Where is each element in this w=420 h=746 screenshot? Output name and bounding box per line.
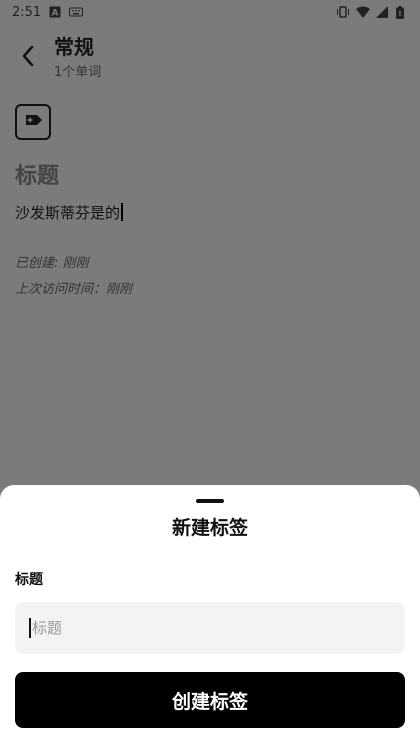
status-right: ! bbox=[336, 6, 408, 19]
svg-text:!: ! bbox=[398, 10, 401, 18]
tag-title-field[interactable] bbox=[15, 602, 405, 654]
back-button[interactable] bbox=[16, 45, 40, 71]
battery-icon: ! bbox=[396, 6, 408, 19]
keyboard-icon bbox=[69, 6, 84, 18]
app-header: 常规 1个单词 bbox=[0, 28, 420, 88]
signal-icon bbox=[376, 6, 388, 18]
sheet-title: 新建标签 bbox=[171, 517, 248, 539]
header-titles: 常规 1个单词 bbox=[54, 36, 101, 80]
input-caret bbox=[29, 618, 31, 638]
sheet-drag-handle[interactable] bbox=[196, 499, 224, 503]
word-count: 1个单词 bbox=[54, 65, 102, 80]
note-title[interactable]: 标题 bbox=[15, 158, 59, 190]
back-chevron-icon bbox=[21, 45, 35, 71]
text-caret bbox=[121, 203, 124, 221]
create-tag-button[interactable]: 创建标签 bbox=[15, 672, 405, 728]
status-left: 2:51 A bbox=[12, 4, 84, 20]
tag-title-input[interactable] bbox=[32, 619, 372, 637]
note-type-icon bbox=[23, 112, 43, 132]
notification-a-icon: A bbox=[49, 6, 61, 19]
note-type-button[interactable] bbox=[15, 104, 51, 140]
page-title: 常规 bbox=[54, 35, 94, 59]
tag-title-label: 标题 bbox=[15, 572, 43, 588]
last-visited-time: 上次访问时间：刚刚 bbox=[15, 282, 133, 297]
new-tag-sheet: 新建标签 标题 创建标签 bbox=[0, 485, 420, 746]
status-time: 2:51 bbox=[12, 4, 42, 20]
vibrate-icon bbox=[336, 6, 349, 18]
wifi-icon bbox=[356, 6, 370, 18]
note-body-text: 沙发斯蒂芬是的 bbox=[15, 204, 121, 222]
created-time: 已创建: 刚刚 bbox=[15, 256, 89, 271]
svg-text:A: A bbox=[52, 9, 59, 19]
status-bar: 2:51 A ! bbox=[0, 0, 420, 24]
note-body-editor[interactable]: 沙发斯蒂芬是的 bbox=[15, 202, 124, 223]
